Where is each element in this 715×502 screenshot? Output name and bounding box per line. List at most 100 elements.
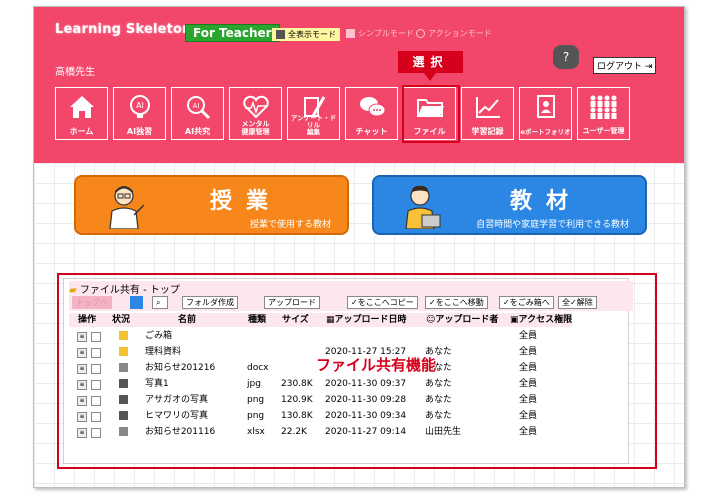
view-toggle-icon[interactable]	[130, 296, 143, 309]
access: 全員	[519, 331, 538, 341]
mode-simple[interactable]: シンプルモード	[346, 28, 414, 39]
access: 全員	[519, 379, 538, 389]
trash-button[interactable]: ✓をごみ箱へ	[499, 296, 554, 309]
nav-ai-study[interactable]: AI AI独習	[113, 87, 166, 140]
uploader: あなた	[425, 395, 453, 405]
file-name[interactable]: お知らせ201116	[145, 425, 215, 439]
teacher-figure-icon	[109, 186, 144, 229]
teacher-badge: For Teacher	[185, 24, 280, 42]
uncheck-all-button[interactable]: 全✓解除	[558, 296, 597, 309]
upload-button[interactable]: アップロード	[264, 296, 320, 309]
nav-chat[interactable]: チャット	[345, 87, 398, 140]
file-type: png	[247, 395, 265, 405]
logout-icon: ⇥	[644, 62, 653, 72]
mode-action[interactable]: アクションモード	[416, 28, 492, 39]
file-share-highlight: ▰ ファイル共有 - トップ トップへ ⌕ フォルダ作成 アップロード ✓をここ…	[57, 273, 657, 469]
file-name[interactable]: 理科資料	[145, 345, 181, 359]
class-subtitle: 授業で使用する教材	[249, 220, 331, 230]
upload-date: 2020-11-30 09:28	[325, 395, 407, 405]
nav-users[interactable]: ユーザー管理	[577, 87, 630, 140]
col-type: 種類	[248, 313, 267, 327]
row-checkbox[interactable]	[91, 412, 101, 422]
copy-here-button[interactable]: ✓をここへコピー	[347, 296, 418, 309]
table-row[interactable]: ≡ アサガオの写真 png 120.9K 2020-11-30 09:28 あなた 全員	[69, 393, 549, 407]
file-size: 130.8K	[281, 411, 313, 421]
student-figure-icon	[405, 185, 441, 229]
table-row[interactable]: ≡ お知らせ201216 docx あなた 全員	[69, 361, 549, 375]
logout-button[interactable]: ログアウト ⇥	[593, 57, 657, 74]
table-row[interactable]: ≡ ヒマワリの写真 png 130.8K 2020-11-30 09:34 あなた 全員	[69, 409, 549, 423]
app-window: Learning Skeleton For Teacher 全表示モード シンプ…	[33, 6, 685, 488]
row-checkbox[interactable]	[91, 332, 101, 342]
file-name[interactable]: 写真1	[145, 377, 169, 391]
file-type: xlsx	[247, 427, 265, 437]
class-button[interactable]: 授業 授業で使用する教材	[74, 175, 349, 235]
col-action: 操作	[78, 313, 97, 327]
table-row[interactable]: ≡ 理科資料 2020-11-27 15:27 あなた 全員	[69, 345, 549, 359]
grid-icon	[346, 29, 355, 38]
upload-date: 2020-11-30 09:34	[325, 411, 407, 421]
nav-survey[interactable]: アンケート・ドリル 編集	[287, 87, 340, 140]
col-status: 状況	[112, 313, 131, 327]
image-icon	[119, 379, 128, 388]
row-menu-icon[interactable]: ≡	[77, 428, 87, 438]
move-here-button[interactable]: ✓をここへ移動	[425, 296, 488, 309]
row-menu-icon[interactable]: ≡	[77, 412, 87, 422]
heart-icon	[230, 92, 281, 122]
app-logo: Learning Skeleton	[55, 22, 192, 37]
row-checkbox[interactable]	[91, 364, 101, 374]
folder-icon	[119, 347, 128, 356]
row-checkbox[interactable]	[91, 396, 101, 406]
file-name[interactable]: アサガオの写真	[145, 393, 208, 407]
access: 全員	[519, 395, 538, 405]
row-checkbox[interactable]	[91, 380, 101, 390]
help-icon: ?	[562, 50, 570, 64]
main-nav: ホーム AI AI独習 AI AI共究 メンタル 健康管理 アンケート・ドリル …	[55, 87, 630, 140]
col-access: ▣アクセス権限	[510, 313, 573, 327]
file-name[interactable]: お知らせ201216	[145, 361, 215, 375]
table-row[interactable]: ≡ お知らせ201116 xlsx 22.2K 2020-11-27 09:14 山田先生…	[69, 425, 549, 439]
row-menu-icon[interactable]: ≡	[77, 364, 87, 374]
nav-home[interactable]: ホーム	[55, 87, 108, 140]
search-icon[interactable]: ⌕	[152, 296, 168, 309]
nav-mental[interactable]: メンタル 健康管理	[229, 87, 282, 140]
row-menu-icon[interactable]: ≡	[77, 380, 87, 390]
file-type: jpg	[247, 379, 261, 389]
nav-ai-search[interactable]: AI AI共究	[171, 87, 224, 140]
row-menu-icon[interactable]: ≡	[77, 332, 87, 342]
col-name: 名前	[178, 313, 197, 327]
create-folder-button[interactable]: フォルダ作成	[182, 296, 238, 309]
ai-search-icon: AI	[172, 92, 223, 122]
uploader: 山田先生	[425, 427, 462, 437]
radio-icon	[416, 29, 425, 38]
file-type: docx	[247, 363, 269, 373]
file-name[interactable]: ヒマワリの写真	[145, 409, 208, 423]
help-button[interactable]: ?	[553, 45, 579, 69]
file-size: 22.2K	[281, 427, 307, 437]
materials-title: 教材	[510, 189, 583, 214]
mode-full[interactable]: 全表示モード	[272, 28, 340, 41]
table-row[interactable]: ≡ ごみ箱 全員	[69, 329, 549, 343]
ai-study-icon: AI	[114, 92, 165, 122]
nav-portfolio[interactable]: eポートフォリオ	[519, 87, 572, 140]
graph-icon	[462, 92, 513, 122]
chat-icon	[346, 92, 397, 122]
to-top-button[interactable]: トップへ	[72, 296, 112, 309]
main-content: 授業 授業で使用する教材 教材 自習時間や家庭学習で利用できる教材 ▰ ファイル…	[34, 163, 684, 487]
file-type: png	[247, 411, 265, 421]
table-row[interactable]: ≡ 写真1 jpg 230.8K 2020-11-30 09:37 あなた 全員	[69, 377, 549, 391]
file-size: 120.9K	[281, 395, 313, 405]
home-icon	[56, 92, 107, 122]
uploader: あなた	[425, 379, 453, 389]
svg-text:AI: AI	[136, 101, 144, 110]
row-checkbox[interactable]	[91, 348, 101, 358]
document-icon	[119, 427, 128, 436]
nav-record[interactable]: 学習記録	[461, 87, 514, 140]
file-name[interactable]: ごみ箱	[145, 329, 172, 343]
uploader: あなた	[425, 411, 453, 421]
row-menu-icon[interactable]: ≡	[77, 396, 87, 406]
row-menu-icon[interactable]: ≡	[77, 348, 87, 358]
materials-button[interactable]: 教材 自習時間や家庭学習で利用できる教材	[372, 175, 647, 235]
row-checkbox[interactable]	[91, 428, 101, 438]
folder-icon	[119, 331, 128, 340]
